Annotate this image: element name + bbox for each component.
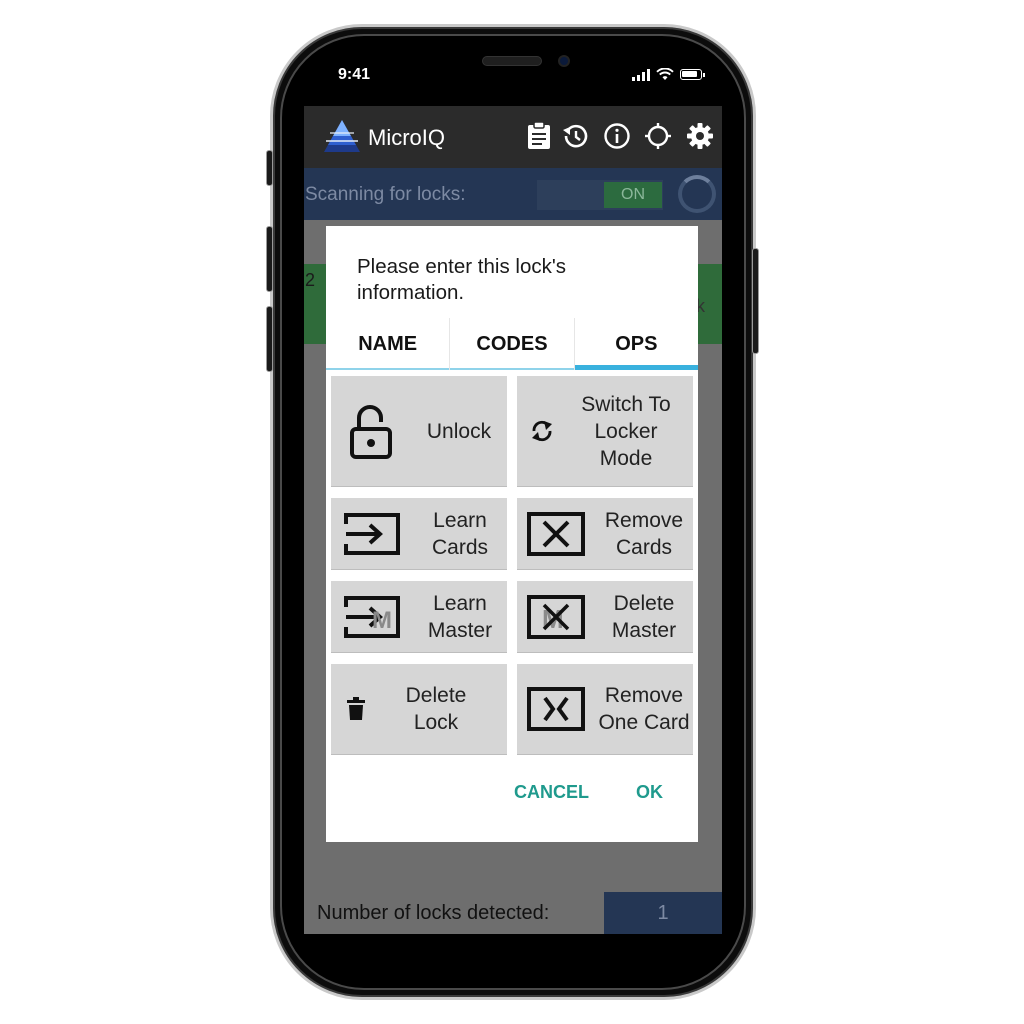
dialog-title: Please enter this lock's information. [357, 255, 567, 304]
battery-icon [680, 69, 705, 80]
tab-codes-indicator [450, 368, 574, 370]
unlock-label: Unlock [426, 419, 492, 443]
tab-ops[interactable]: OPS [574, 318, 698, 370]
learn-master-button[interactable]: M Learn Master [331, 581, 507, 652]
lock-list-item-index: 2 [305, 270, 316, 290]
tab-name-indicator [326, 368, 450, 370]
power-button [752, 248, 759, 354]
remove-cards-button[interactable]: Remove Cards [517, 498, 693, 569]
learn-cards-button[interactable]: Learn Cards [331, 498, 507, 569]
status-time: 9:41 [338, 66, 371, 83]
app-logo-icon [324, 120, 360, 152]
tab-ops-indicator [574, 365, 698, 370]
front-camera [558, 55, 570, 67]
wifi-icon [656, 68, 674, 80]
remove-one-card-label: Remove One Card [598, 684, 690, 734]
trash-icon [331, 697, 381, 721]
svg-text:M: M [372, 607, 392, 634]
ok-button[interactable]: OK [636, 782, 663, 803]
dialog-tabs: NAME CODES OPS [326, 318, 698, 370]
learn-cards-label: Learn Cards [431, 508, 489, 559]
master-delete-icon: M [517, 594, 595, 640]
tab-name[interactable]: NAME [326, 318, 451, 370]
learn-master-label: Learn Master [427, 591, 493, 642]
speaker-grille [482, 56, 542, 66]
remove-cards-label: Remove Cards [604, 508, 684, 559]
card-enter-icon [331, 511, 413, 557]
master-enter-icon: M [331, 594, 413, 640]
history-icon[interactable] [561, 122, 589, 150]
sync-icon [517, 418, 567, 444]
app-title: MicroIQ [368, 125, 445, 150]
delete-master-button[interactable]: M Delete Master [517, 581, 693, 652]
scan-toggle-on[interactable]: ON [604, 182, 662, 208]
locks-detected-label: Number of locks detected: [317, 902, 550, 924]
delete-master-label: Delete Master [611, 591, 677, 642]
locks-detected-count: 1 [604, 892, 722, 934]
delete-lock-label: Delete Lock [405, 684, 467, 734]
volume-down-button [266, 306, 273, 372]
remove-one-card-button[interactable]: Remove One Card [517, 664, 693, 754]
delete-lock-button[interactable]: Delete Lock [331, 664, 507, 754]
crosshair-icon[interactable] [644, 122, 672, 150]
switch-locker-mode-button[interactable]: Switch To Locker Mode [517, 376, 693, 486]
signal-icon [632, 68, 650, 81]
tab-codes[interactable]: CODES [450, 318, 575, 370]
gear-icon[interactable] [686, 122, 714, 150]
unlock-button[interactable]: Unlock [331, 376, 507, 486]
cancel-button[interactable]: CANCEL [514, 782, 589, 803]
info-icon[interactable] [603, 122, 631, 150]
card-remove-icon [517, 511, 595, 557]
clipboard-icon[interactable] [525, 122, 553, 150]
card-remove-one-icon [517, 686, 595, 732]
silent-switch [266, 150, 273, 186]
tab-name-label: NAME [358, 332, 418, 355]
scanning-spinner-icon [678, 175, 716, 213]
tab-codes-label: CODES [476, 332, 548, 355]
scan-label: Scanning for locks: [305, 184, 466, 205]
status-icons [632, 68, 705, 81]
tab-ops-label: OPS [615, 332, 658, 355]
padlock-open-icon [331, 403, 411, 459]
switch-locker-mode-label: Switch To Locker Mode [581, 392, 671, 470]
volume-up-button [266, 226, 273, 292]
